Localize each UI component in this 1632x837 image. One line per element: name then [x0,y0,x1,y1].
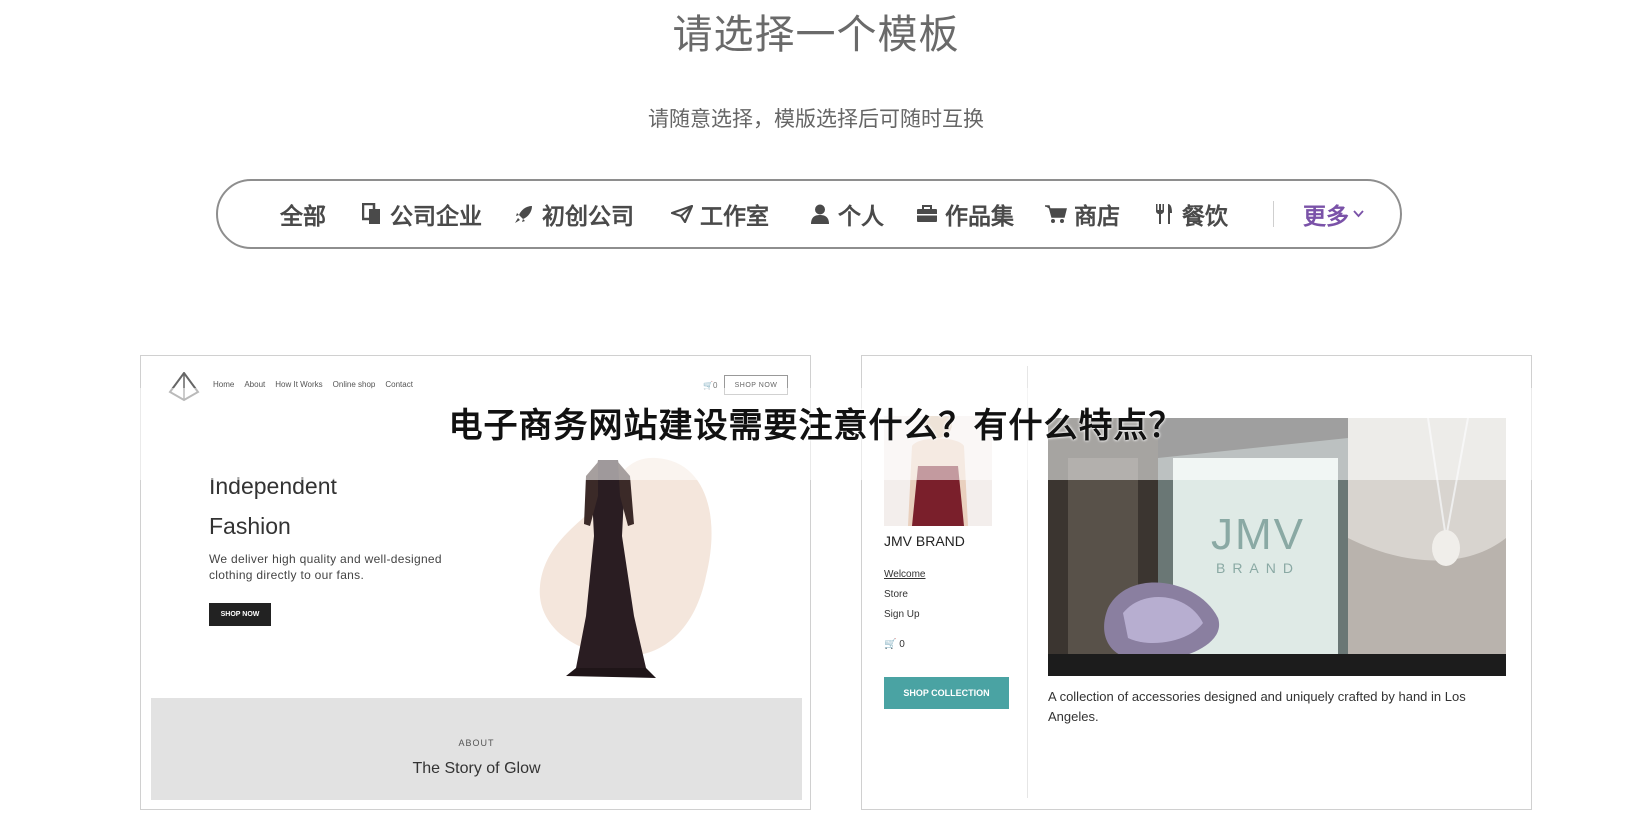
filter-studio[interactable]: 工作室 [670,181,769,247]
category-filter-bar: 全部 公司企业 初创公司 工作室 个人 作品集 商店 餐饮 更多 [216,179,1402,249]
cart-icon [1044,202,1068,226]
filter-dining[interactable]: 餐饮 [1152,181,1228,247]
collection-caption: A collection of accessories designed and… [1048,689,1466,724]
about-section: ABOUT The Story of Glow [151,698,802,800]
about-title: The Story of Glow [412,760,541,777]
nav-item-signup[interactable]: Sign Up [884,609,926,620]
shop-now-button[interactable]: SHOP NOW [209,603,271,626]
sidebar-nav: Welcome Store Sign Up [884,569,926,629]
filter-label: 全部 [280,204,326,230]
photo-logo-subtext: BRAND [1215,560,1300,576]
shop-collection-button[interactable]: SHOP COLLECTION [884,677,1009,709]
filter-portfolio[interactable]: 作品集 [915,181,1014,247]
filter-label: 作品集 [945,204,1014,230]
filter-label: 商店 [1074,204,1120,230]
filter-label: 初创公司 [542,204,634,230]
rocket-icon [512,202,536,226]
photo-logo-text: JMV [1211,510,1305,559]
filter-personal[interactable]: 个人 [808,181,884,247]
hero-description: We deliver high quality and well-designe… [209,552,442,582]
cart-icon: 🛒 [884,639,897,650]
chevron-down-icon [1353,210,1364,218]
cutlery-icon [1152,202,1176,226]
overlay-article-title: 电子商务网站建设需要注意什么？有什么特点？ [448,406,1184,446]
hero-title-line: Fashion [209,513,291,539]
hero-model-image [536,428,736,700]
paper-plane-icon [670,202,694,226]
cart-count: 0 [899,639,905,650]
filter-label: 公司企业 [390,204,482,230]
photo-logo: JMV BRAND [1178,510,1338,576]
about-label: ABOUT [458,738,495,748]
filter-label: 餐饮 [1182,204,1228,230]
filter-label: 个人 [838,204,884,230]
cart-indicator[interactable]: 🛒 0 [884,639,905,650]
nav-item-store[interactable]: Store [884,589,926,600]
brand-name: JMV BRAND [884,533,965,549]
filter-all[interactable]: 全部 [280,181,326,247]
copy-icon [360,202,384,226]
briefcase-icon [915,202,939,226]
page-title: 请选择一个模板 [672,12,960,58]
nav-item-welcome[interactable]: Welcome [884,569,926,580]
filter-label: 工作室 [700,204,769,230]
filter-more-dropdown[interactable]: 更多 [1303,181,1364,247]
filter-shop[interactable]: 商店 [1044,181,1120,247]
user-icon [808,202,832,226]
page-subtitle: 请随意选择，模版选择后可随时互换 [648,107,984,131]
filter-more-label: 更多 [1303,204,1349,230]
filter-company[interactable]: 公司企业 [360,181,482,247]
filter-divider [1273,201,1274,227]
filter-startup[interactable]: 初创公司 [512,181,634,247]
